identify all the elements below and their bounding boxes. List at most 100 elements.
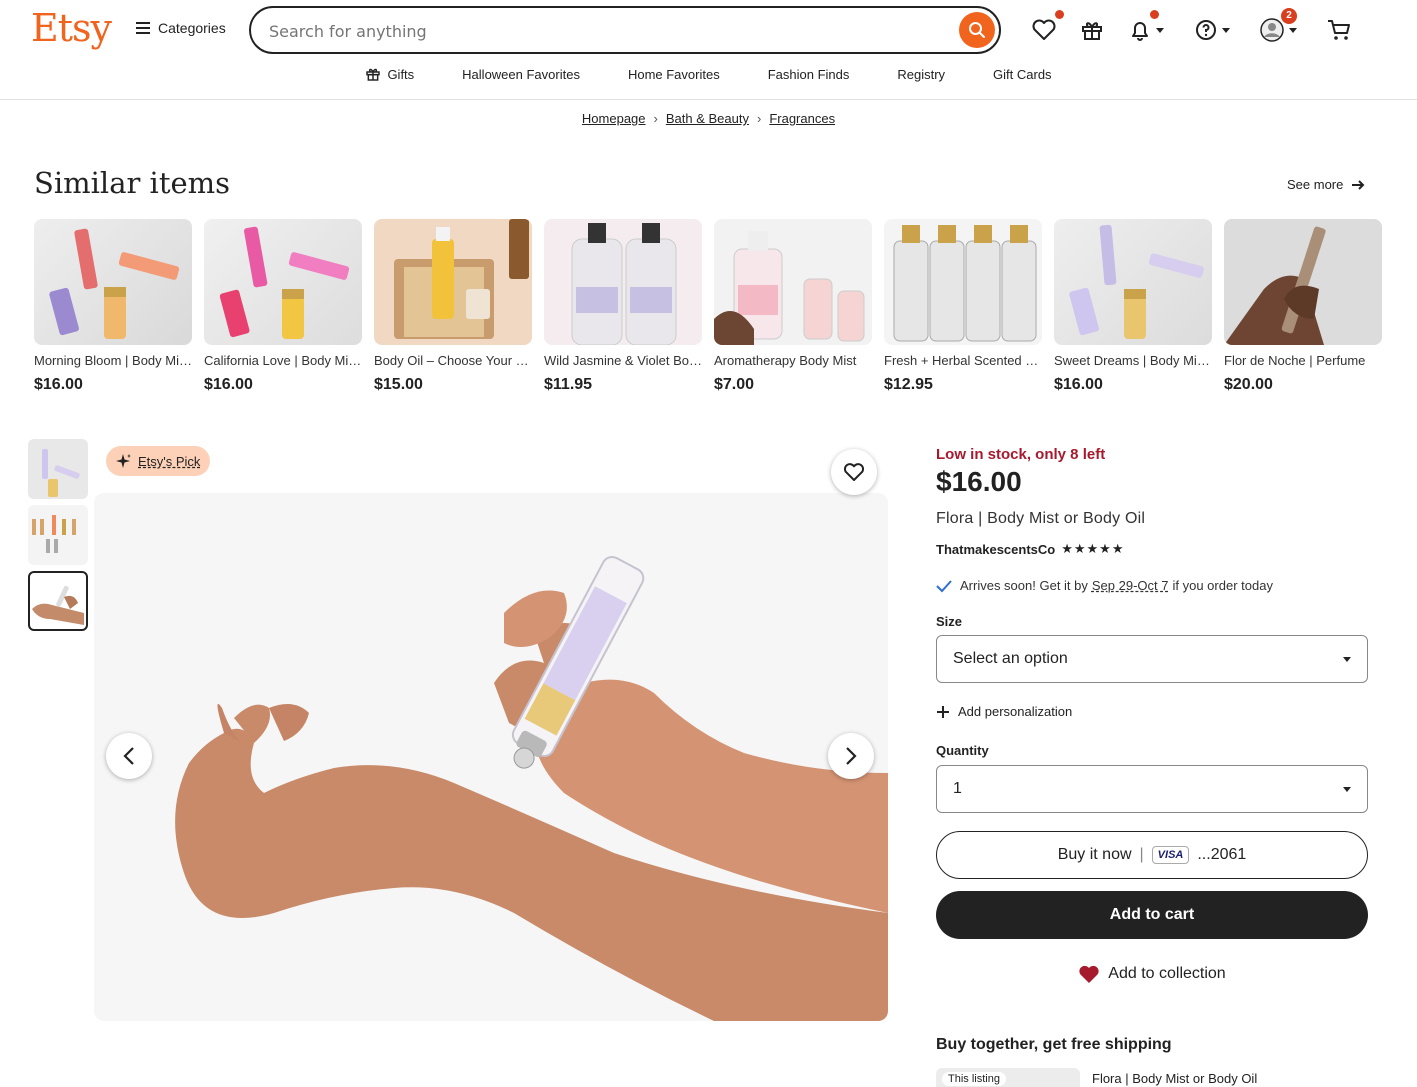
product-image xyxy=(1224,219,1382,345)
buy-it-now-button[interactable]: Buy it now | VISA ...2061 xyxy=(936,831,1368,879)
similar-item[interactable]: Flor de Noche | Perfume $20.00 xyxy=(1224,219,1382,394)
heart-icon xyxy=(843,463,865,481)
similar-item[interactable]: Wild Jasmine & Violet Body Mist $11.95 xyxy=(544,219,702,394)
similar-item-title: Fresh + Herbal Scented Body Mist xyxy=(884,353,1042,368)
search-input[interactable] xyxy=(269,18,949,44)
add-to-cart-button[interactable]: Add to cart xyxy=(936,891,1368,939)
product-image xyxy=(204,219,362,345)
similar-item-title: Aromatherapy Body Mist xyxy=(714,353,857,368)
menu-icon xyxy=(136,22,150,34)
chevron-down-icon xyxy=(1289,27,1297,33)
shop-name-link[interactable]: ThatmakescentsCo xyxy=(936,542,1055,557)
similar-item-price: $16.00 xyxy=(1054,376,1103,393)
chevron-down-icon xyxy=(1156,27,1164,33)
add-to-collection-label: Add to collection xyxy=(1108,965,1226,982)
breadcrumb-fragrances[interactable]: Fragrances xyxy=(769,111,835,126)
favorites-heart-icon xyxy=(1032,19,1056,40)
similar-item[interactable]: Sweet Dreams | Body Mist or Body Oil $16… xyxy=(1054,219,1212,394)
chevron-right-icon xyxy=(846,747,857,765)
similar-items-list: Morning Bloom | Body Mist or Body Oil $1… xyxy=(34,219,1382,394)
notifications-button[interactable] xyxy=(1128,10,1164,46)
help-icon xyxy=(1196,20,1216,40)
favorites-button[interactable] xyxy=(1031,10,1064,46)
similar-item-price: $20.00 xyxy=(1224,376,1273,393)
notifications-dot xyxy=(1150,10,1159,19)
stock-notice: Low in stock, only 8 left xyxy=(936,446,1106,463)
chevron-left-icon xyxy=(123,747,134,765)
nav-item-gifts[interactable]: Gifts xyxy=(365,66,414,82)
arrive-suffix: if you order today xyxy=(1172,578,1273,593)
chevron-right-icon: › xyxy=(756,111,762,126)
similar-item[interactable]: Morning Bloom | Body Mist or Body Oil $1… xyxy=(34,219,192,394)
etsys-pick-label: Etsy's Pick xyxy=(138,453,201,469)
quantity-select-value: 1 xyxy=(953,780,962,797)
chevron-down-icon xyxy=(1343,656,1351,662)
help-button[interactable] xyxy=(1194,14,1230,46)
similar-item[interactable]: Body Oil – Choose Your Scent $15.00 xyxy=(374,219,532,394)
see-more-link[interactable]: See more xyxy=(1287,177,1365,192)
gift-button[interactable] xyxy=(1080,14,1104,46)
similar-item-price: $12.95 xyxy=(884,376,933,393)
gift-icon xyxy=(1082,22,1102,40)
breadcrumb: Homepage › Bath & Beauty › Fragrances xyxy=(0,111,1417,126)
quantity-label: Quantity xyxy=(936,743,989,758)
size-select-value: Select an option xyxy=(953,650,1068,667)
similar-item[interactable]: California Love | Body Mist or Body Oil … xyxy=(204,219,362,394)
arrive-date[interactable]: Sep 29-Oct 7 xyxy=(1092,578,1169,593)
gallery-thumbnail-selected[interactable] xyxy=(28,571,88,631)
etsy-logo[interactable]: Etsy xyxy=(31,6,112,50)
similar-item[interactable]: Fresh + Herbal Scented Body Mist $12.95 xyxy=(884,219,1042,394)
sparkle-icon xyxy=(116,454,131,468)
similar-item-price: $16.00 xyxy=(204,376,253,393)
quantity-select[interactable]: 1 xyxy=(936,765,1368,813)
star-rating[interactable]: ★★★★★ xyxy=(1061,541,1124,557)
gallery-thumbnail[interactable] xyxy=(28,505,88,565)
similar-item-title: Morning Bloom | Body Mist or Body Oil xyxy=(34,353,192,368)
similar-item-title: Body Oil – Choose Your Scent xyxy=(374,353,532,368)
cart-button[interactable] xyxy=(1326,14,1352,46)
categories-label: Categories xyxy=(158,20,226,36)
breadcrumb-homepage[interactable]: Homepage xyxy=(582,111,646,126)
nav-item-home[interactable]: Home Favorites xyxy=(628,66,720,82)
breadcrumb-bath-beauty[interactable]: Bath & Beauty xyxy=(666,111,749,126)
cart-icon xyxy=(1328,20,1350,40)
account-badge: 2 xyxy=(1281,8,1297,24)
account-icon xyxy=(1260,18,1284,42)
search-button[interactable] xyxy=(959,12,995,48)
add-personalization-label: Add personalization xyxy=(958,704,1073,719)
nav-item-registry[interactable]: Registry xyxy=(897,66,945,82)
etsys-pick-badge[interactable]: Etsy's Pick xyxy=(106,446,211,476)
prev-image-button[interactable] xyxy=(106,733,152,779)
nav-item-fashion[interactable]: Fashion Finds xyxy=(768,66,850,82)
divider: | xyxy=(1139,846,1144,863)
similar-item-title: California Love | Body Mist or Body Oil xyxy=(204,353,362,368)
similar-item-price: $11.95 xyxy=(544,376,593,393)
categories-button[interactable]: Categories xyxy=(136,20,226,36)
product-image xyxy=(884,219,1042,345)
similar-item-title: Sweet Dreams | Body Mist or Body Oil xyxy=(1054,353,1212,368)
heart-icon xyxy=(1079,965,1099,983)
similar-items-title: Similar items xyxy=(34,166,231,200)
favorite-listing-button[interactable] xyxy=(831,449,877,495)
next-image-button[interactable] xyxy=(828,733,874,779)
similar-item-title: Flor de Noche | Perfume xyxy=(1224,353,1366,368)
bundle-item-image[interactable]: This listing xyxy=(936,1068,1080,1087)
nav-item-halloween[interactable]: Halloween Favorites xyxy=(462,66,580,82)
bundle-item-title[interactable]: Flora | Body Mist or Body Oil xyxy=(1092,1071,1257,1086)
size-select[interactable]: Select an option xyxy=(936,635,1368,683)
gift-icon xyxy=(366,68,381,81)
similar-item-price: $15.00 xyxy=(374,376,423,393)
chevron-down-icon xyxy=(1343,786,1351,792)
nav-item-gift-cards[interactable]: Gift Cards xyxy=(993,66,1052,82)
buy-it-now-label: Buy it now xyxy=(1057,846,1132,863)
listing-price: $16.00 xyxy=(936,466,1022,497)
add-to-collection-button[interactable]: Add to collection xyxy=(936,964,1368,984)
check-icon xyxy=(936,579,952,592)
add-personalization-button[interactable]: Add personalization xyxy=(936,704,1072,719)
gallery-thumbnail[interactable] xyxy=(28,439,88,499)
this-listing-tag: This listing xyxy=(942,1072,1006,1086)
shop-info: ThatmakescentsCo ★★★★★ xyxy=(936,541,1125,557)
account-button[interactable]: 2 xyxy=(1259,8,1297,46)
similar-item[interactable]: Aromatherapy Body Mist $7.00 xyxy=(714,219,872,394)
similar-item-title: Wild Jasmine & Violet Body Mist xyxy=(544,353,702,368)
